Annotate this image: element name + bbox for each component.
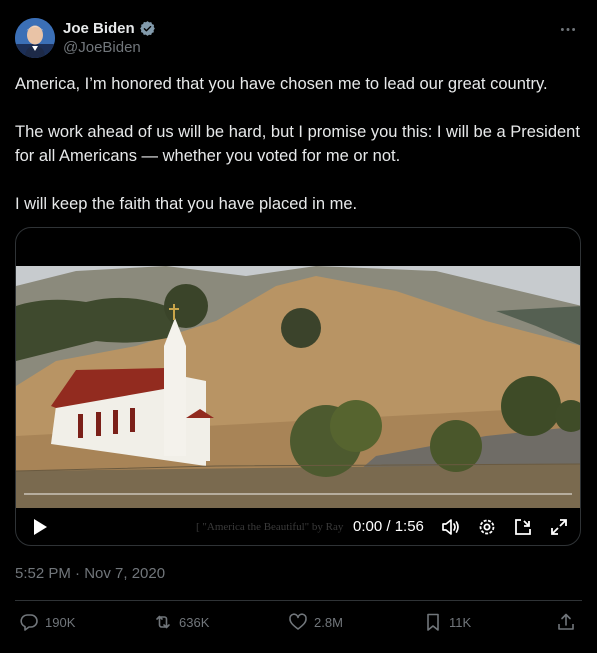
tweet-actions: 190K 636K 2.8M 11K: [15, 612, 582, 638]
bookmark-icon: [427, 613, 439, 631]
bookmark-button[interactable]: 11K: [423, 612, 471, 632]
avatar[interactable]: [15, 18, 55, 58]
settings-icon[interactable]: [477, 517, 497, 537]
video-time: 0:00 / 1:56: [353, 518, 424, 535]
heart-icon: [289, 613, 307, 630]
video-controls: [ "America the Beautiful" by Ray 0:00 / …: [16, 508, 580, 545]
fullscreen-icon[interactable]: [549, 517, 569, 537]
video-frame[interactable]: [16, 266, 580, 508]
handle[interactable]: @JoeBiden: [63, 39, 156, 56]
tweet-header: Joe Biden @JoeBiden: [15, 17, 582, 59]
tweet-timestamp[interactable]: 5:52 PM · Nov 7, 2020: [15, 565, 165, 582]
share-icon: [558, 613, 574, 630]
picture-in-picture-icon[interactable]: [513, 517, 533, 537]
reply-button[interactable]: 190K: [19, 612, 75, 632]
reply-icon: [20, 614, 38, 631]
bookmark-count: 11K: [449, 614, 472, 630]
repost-count: 636K: [179, 614, 210, 630]
tweet-paragraph: America, I’m honored that you have chose…: [15, 75, 548, 93]
reply-count: 190K: [45, 614, 76, 630]
more-options-icon[interactable]: [556, 17, 580, 41]
repost-button[interactable]: 636K: [153, 612, 209, 632]
repost-icon: [156, 615, 170, 629]
video-progress-bar[interactable]: [24, 493, 572, 495]
volume-icon[interactable]: [440, 517, 460, 537]
author-names: Joe Biden @JoeBiden: [63, 20, 156, 56]
verified-badge-icon: [139, 21, 155, 36]
tweet-paragraph: The work ahead of us will be hard, but I…: [15, 123, 580, 165]
video-caption-overlay: [ "America the Beautiful" by Ray: [196, 521, 344, 533]
tweet-paragraph: I will keep the faith that you have plac…: [15, 195, 358, 213]
like-count: 2.8M: [314, 614, 343, 630]
tweet-text: America, I’m honored that you have chose…: [15, 72, 585, 240]
video-player[interactable]: [ "America the Beautiful" by Ray 0:00 / …: [15, 227, 581, 546]
share-button[interactable]: [556, 612, 576, 632]
divider: [15, 600, 582, 601]
like-button[interactable]: 2.8M: [288, 612, 343, 632]
play-icon[interactable]: [30, 517, 50, 537]
display-name[interactable]: Joe Biden: [63, 20, 135, 37]
